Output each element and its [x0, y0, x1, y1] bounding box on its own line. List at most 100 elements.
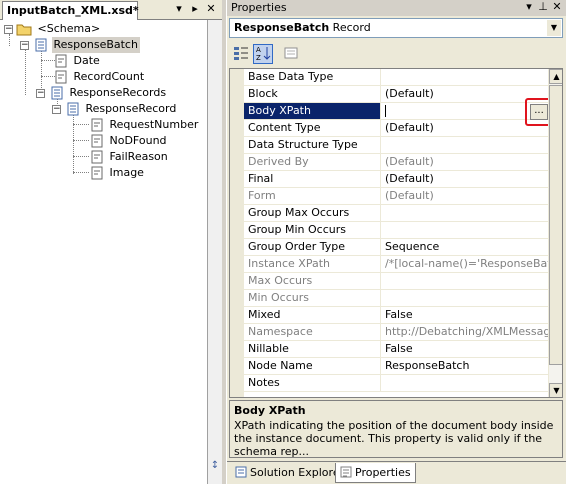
property-value[interactable]: ResponseBatch [382, 358, 548, 374]
record-icon [51, 86, 63, 100]
property-grid: Base Data Type Block (Default) Body XPath Co… [229, 68, 563, 398]
folder-icon [16, 24, 32, 36]
ellipsis-button[interactable]: ... [530, 104, 548, 120]
property-pages-icon [284, 47, 298, 59]
collapse-responserecords-toggle[interactable]: − [36, 89, 45, 98]
svg-text:A: A [256, 46, 261, 54]
property-row[interactable]: Final (Default) [244, 171, 548, 188]
property-name: Node Name [244, 358, 381, 374]
property-value[interactable] [382, 69, 548, 85]
property-name: Data Structure Type [244, 137, 381, 153]
property-name: Max Occurs [244, 273, 381, 289]
tree-node-recordcount[interactable]: RecordCount [54, 69, 146, 85]
property-pages-button[interactable] [281, 44, 301, 64]
property-row[interactable]: Data Structure Type [244, 137, 548, 154]
scroll-thumb[interactable] [549, 85, 562, 365]
property-name: Base Data Type [244, 69, 381, 85]
document-tab-bar: InputBatch_XML.xsd* ▾ ▸ ✕ [0, 0, 222, 20]
property-row[interactable]: Block (Default) [244, 86, 548, 103]
field-element-icon [55, 54, 67, 68]
property-name: Namespace [244, 324, 381, 340]
tab-properties[interactable]: Properties [335, 463, 416, 483]
property-value[interactable]: http://Debatching/XMLMessage [382, 324, 548, 340]
property-value[interactable] [382, 205, 548, 221]
tree-node-responserecord[interactable]: ResponseRecord [66, 101, 178, 117]
property-value[interactable]: (Default) [382, 154, 548, 170]
property-row[interactable]: Group Min Occurs [244, 222, 548, 239]
property-row[interactable]: Namespace http://Debatching/XMLMessage [244, 324, 548, 341]
tree-node-nodfound[interactable]: NoDFound [90, 133, 169, 149]
property-name: Instance XPath [244, 256, 381, 272]
tab-inputbatch-xsd[interactable]: InputBatch_XML.xsd* [2, 1, 139, 20]
categorized-icon [234, 47, 248, 60]
tree-node-failreason[interactable]: FailReason [90, 149, 170, 165]
property-value[interactable] [382, 103, 548, 119]
property-row[interactable]: Base Data Type [244, 69, 548, 86]
property-value[interactable] [382, 222, 548, 238]
property-name: Final [244, 171, 381, 187]
description-title: Body XPath [234, 404, 306, 417]
property-row[interactable]: Max Occurs [244, 273, 548, 290]
property-row[interactable]: Min Occurs [244, 290, 548, 307]
property-value[interactable]: False [382, 307, 548, 323]
property-grid-scrollbar[interactable]: ▲ ▼ [548, 69, 562, 397]
tab-solution-explorer[interactable]: Solution Explorer [231, 463, 348, 483]
property-row[interactable]: Form (Default) [244, 188, 548, 205]
property-row[interactable]: Body XPath [244, 103, 548, 120]
tree-node-image[interactable]: Image [90, 165, 146, 181]
close-icon[interactable]: ✕ [204, 2, 218, 16]
property-name: Body XPath [244, 103, 381, 119]
property-value[interactable]: (Default) [382, 120, 548, 136]
properties-toolbar: AZ [229, 42, 563, 66]
property-name: Group Order Type [244, 239, 381, 255]
property-row[interactable]: Nillable False [244, 341, 548, 358]
text-caret [385, 105, 386, 117]
collapse-responsebatch-toggle[interactable]: − [20, 41, 29, 50]
tab-scroll-right-icon[interactable]: ▸ [188, 2, 202, 16]
scroll-down-icon[interactable]: ▼ [549, 383, 562, 397]
solution-explorer-icon [235, 466, 247, 478]
property-value[interactable] [382, 375, 548, 391]
property-value[interactable]: /*[local-name()='ResponseBatch' [382, 256, 548, 272]
splitter-grip-icon[interactable]: ↕ [210, 460, 220, 476]
tab-list-dropdown-icon[interactable]: ▾ [172, 2, 186, 16]
property-value[interactable]: Sequence [382, 239, 548, 255]
tree-node-responsebatch[interactable]: ResponseBatch [34, 37, 140, 53]
property-row[interactable]: Content Type (Default) [244, 120, 548, 137]
property-value[interactable] [382, 137, 548, 153]
svg-text:Z: Z [256, 54, 261, 61]
window-position-dropdown-icon[interactable]: ▾ [523, 0, 535, 13]
tree-node-schema[interactable]: <Schema> [16, 21, 102, 37]
tool-window-tabs: Solution Explorer Properties [227, 461, 566, 484]
property-name: Nillable [244, 341, 381, 357]
categorized-view-button[interactable] [231, 44, 251, 64]
property-row[interactable]: Notes [244, 375, 548, 392]
close-icon[interactable]: ✕ [551, 0, 563, 13]
schema-tree: − <Schema> − ResponseBatch Date RecordCo… [0, 20, 208, 484]
property-name: Notes [244, 375, 381, 391]
collapse-schema-toggle[interactable]: − [4, 25, 13, 34]
tree-vertical-scrollbar[interactable] [208, 20, 222, 484]
property-value[interactable]: (Default) [382, 188, 548, 204]
pin-icon[interactable]: ⊥ [537, 0, 549, 13]
property-value[interactable]: (Default) [382, 171, 548, 187]
alphabetical-view-button[interactable]: AZ [253, 44, 273, 64]
property-value[interactable]: False [382, 341, 548, 357]
field-element-icon [91, 150, 103, 164]
tree-node-date[interactable]: Date [54, 53, 102, 69]
property-row[interactable]: Node Name ResponseBatch [244, 358, 548, 375]
property-row[interactable]: Group Max Occurs [244, 205, 548, 222]
property-value[interactable] [382, 273, 548, 289]
scroll-up-icon[interactable]: ▲ [549, 69, 562, 84]
collapse-responserecord-toggle[interactable]: − [52, 105, 61, 114]
tree-node-requestnumber[interactable]: RequestNumber [90, 117, 200, 133]
tree-node-responserecords[interactable]: ResponseRecords [50, 85, 168, 101]
object-selector-dropdown[interactable]: ResponseBatch Record ▼ [229, 18, 563, 38]
property-value[interactable] [382, 290, 548, 306]
property-row[interactable]: Group Order Type Sequence [244, 239, 548, 256]
chevron-down-icon[interactable]: ▼ [547, 20, 561, 36]
property-row[interactable]: Instance XPath/*[local-name()='ResponseB… [244, 256, 548, 273]
property-value[interactable]: (Default) [382, 86, 548, 102]
property-row[interactable]: Derived By (Default) [244, 154, 548, 171]
property-row[interactable]: Mixed False [244, 307, 548, 324]
